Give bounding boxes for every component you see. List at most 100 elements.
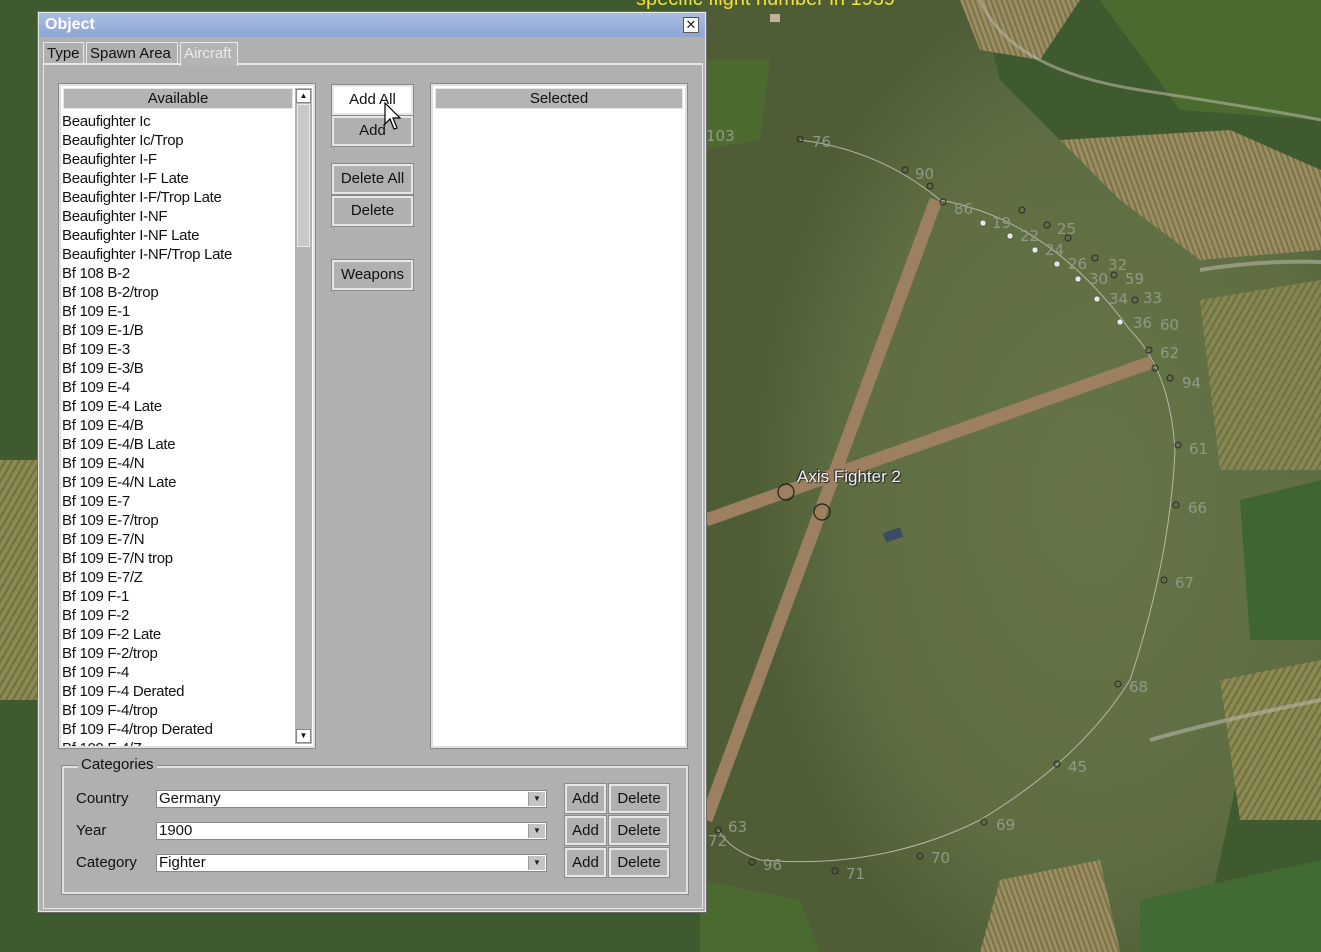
available-items[interactable]: Beaufighter Ic Beaufighter Ic/Trop Beaufig… [61, 112, 295, 746]
list-item[interactable]: Bf 109 E-7 [61, 492, 295, 511]
waypoint-number: 19 [992, 214, 1012, 232]
year-value: 1900 [159, 822, 193, 839]
available-list[interactable]: Available Beaufighter Ic Beaufighter Ic/T… [58, 83, 316, 749]
chevron-down-icon[interactable]: ▼ [528, 856, 545, 870]
list-item[interactable]: Bf 109 E-4 [61, 378, 295, 397]
list-item[interactable]: Bf 108 B-2 [61, 264, 295, 283]
list-item[interactable]: Bf 109 E-7/N trop [61, 549, 295, 568]
waypoint-number: 59 [1125, 270, 1145, 288]
list-item[interactable]: Bf 109 E-7/trop [61, 511, 295, 530]
mouse-cursor-icon [384, 102, 402, 130]
waypoint-number: 68 [1129, 678, 1149, 696]
list-item[interactable]: Beaufighter I-NF Late [61, 226, 295, 245]
list-item[interactable]: Bf 109 F-2/trop [61, 644, 295, 663]
list-item[interactable]: Bf 109 E-4/B [61, 416, 295, 435]
year-select[interactable]: 1900 ▼ [156, 822, 547, 840]
waypoint-number: 90 [915, 165, 935, 183]
list-item[interactable]: Bf 109 E-4 Late [61, 397, 295, 416]
category-add-button[interactable]: Add [564, 847, 607, 878]
scroll-thumb[interactable] [297, 104, 310, 247]
scroll-down-icon[interactable]: ▼ [296, 729, 311, 743]
waypoint-number: 36 [1133, 314, 1153, 332]
list-item[interactable]: Bf 108 B-2/trop [61, 283, 295, 302]
list-item[interactable]: Bf 109 E-4/N [61, 454, 295, 473]
available-list-header: Available [63, 88, 293, 109]
waypoint-number: 24 [1045, 241, 1065, 259]
object-dialog: Object ✕ Type Spawn Area Aircraft Availa… [38, 12, 706, 912]
list-item[interactable]: Bf 109 E-7/Z [61, 568, 295, 587]
selected-items[interactable] [433, 112, 683, 746]
list-item[interactable]: Bf 109 E-1 [61, 302, 295, 321]
list-item[interactable]: Bf 109 F-4 [61, 663, 295, 682]
list-item[interactable]: Bf 109 E-7/N [61, 530, 295, 549]
categories-title: Categories [78, 756, 157, 773]
year-label: Year [76, 822, 107, 839]
selected-list-header: Selected [435, 88, 683, 109]
waypoint-number: 86 [954, 200, 974, 218]
waypoint-number: 94 [1182, 374, 1202, 392]
waypoint-number: 66 [1188, 499, 1208, 517]
list-item[interactable]: Bf 109 E-4/B Late [61, 435, 295, 454]
waypoint-number: 34 [1109, 290, 1129, 308]
waypoint-number: 33 [1143, 289, 1163, 307]
year-add-button[interactable]: Add [564, 815, 607, 846]
waypoint-number: 96 [763, 856, 783, 874]
waypoint-number: 25 [1057, 220, 1077, 238]
country-label: Country [76, 790, 129, 807]
map-banner-text: specific flight number in 1939 [636, 0, 895, 11]
list-item[interactable]: Bf 109 F-1 [61, 587, 295, 606]
list-item[interactable]: Bf 109 E-1/B [61, 321, 295, 340]
chevron-down-icon[interactable]: ▼ [528, 792, 545, 806]
waypoint-number: 61 [1189, 440, 1209, 458]
list-item[interactable]: Bf 109 E-4/N Late [61, 473, 295, 492]
list-item[interactable]: Beaufighter I-F [61, 150, 295, 169]
list-item[interactable]: Beaufighter I-F/Trop Late [61, 188, 295, 207]
dialog-titlebar[interactable]: Object ✕ [39, 13, 705, 37]
scroll-up-icon[interactable]: ▲ [296, 89, 311, 103]
waypoint-number: 72 [708, 832, 728, 850]
close-icon[interactable]: ✕ [683, 17, 699, 33]
list-item[interactable]: Beaufighter Ic [61, 112, 295, 131]
list-item[interactable]: Beaufighter I-NF [61, 207, 295, 226]
tab-type[interactable]: Type [43, 42, 84, 64]
unit-label[interactable]: Axis Fighter 2 [797, 467, 901, 487]
list-item[interactable]: Bf 109 F-4/Z [61, 739, 295, 746]
year-delete-button[interactable]: Delete [608, 815, 670, 846]
category-delete-button[interactable]: Delete [608, 847, 670, 878]
waypoint-number: 60 [1160, 316, 1180, 334]
country-select[interactable]: Germany ▼ [156, 790, 547, 808]
list-item[interactable]: Bf 109 F-2 [61, 606, 295, 625]
country-add-button[interactable]: Add [564, 783, 607, 814]
tab-spawn-area[interactable]: Spawn Area [86, 42, 178, 64]
selected-list[interactable]: Selected [430, 83, 688, 749]
list-item[interactable]: Beaufighter Ic/Trop [61, 131, 295, 150]
list-item[interactable]: Bf 109 E-3/B [61, 359, 295, 378]
waypoint-number: 30 [1089, 270, 1109, 288]
available-scrollbar[interactable]: ▲ ▼ [295, 88, 312, 744]
waypoint-number: 22 [1020, 227, 1040, 245]
weapons-button[interactable]: Weapons [331, 259, 414, 291]
delete-all-button[interactable]: Delete All [331, 163, 414, 195]
waypoint-number: 62 [1160, 344, 1180, 362]
list-item[interactable]: Bf 109 F-4 Derated [61, 682, 295, 701]
list-item[interactable]: Bf 109 E-3 [61, 340, 295, 359]
waypoint-number: 26 [1068, 255, 1088, 273]
country-delete-button[interactable]: Delete [608, 783, 670, 814]
list-item[interactable]: Bf 109 F-4/trop [61, 701, 295, 720]
category-select[interactable]: Fighter ▼ [156, 854, 547, 872]
list-item[interactable]: Beaufighter I-F Late [61, 169, 295, 188]
category-value: Fighter [159, 854, 206, 871]
waypoint-number: 67 [1175, 574, 1195, 592]
chevron-down-icon[interactable]: ▼ [528, 824, 545, 838]
country-value: Germany [159, 790, 221, 807]
waypoint-number: 70 [931, 849, 951, 867]
delete-button[interactable]: Delete [331, 195, 414, 227]
dialog-title: Object [45, 16, 95, 33]
list-item[interactable]: Beaufighter I-NF/Trop Late [61, 245, 295, 264]
list-item[interactable]: Bf 109 F-4/trop Derated [61, 720, 295, 739]
list-item[interactable]: Bf 109 F-2 Late [61, 625, 295, 644]
waypoint-number: 63 [728, 818, 748, 836]
tab-aircraft[interactable]: Aircraft [180, 42, 238, 66]
category-label: Category [76, 854, 137, 871]
waypoint-number: 103 [706, 127, 735, 145]
